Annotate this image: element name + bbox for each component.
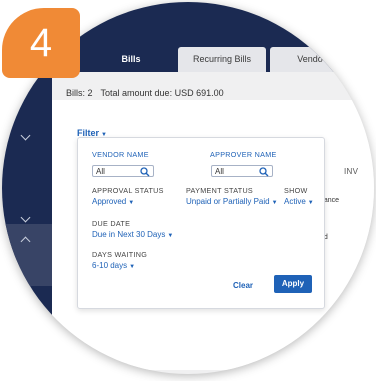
bills-summary: Bills: 2 Total amount due: USD 691.00 <box>66 88 224 98</box>
tab-bills[interactable]: Bills <box>88 47 174 72</box>
payment-status-dropdown[interactable]: Unpaid or Partially Paid ▼ <box>186 197 278 206</box>
show-dropdown[interactable]: Active ▼ <box>284 197 314 206</box>
days-waiting-dropdown[interactable]: 6-10 days ▼ <box>92 261 135 270</box>
apply-button[interactable]: Apply <box>274 275 312 293</box>
filter-panel: VENDOR NAME All APPROVER NAME All APPROV… <box>77 137 325 309</box>
approval-status-dropdown[interactable]: Approved ▼ <box>92 197 134 206</box>
caret-down-icon: ▼ <box>271 200 278 206</box>
search-icon <box>140 167 150 177</box>
days-waiting-label: DAYS WAITING <box>92 250 148 259</box>
sidebar <box>2 72 52 372</box>
clear-button[interactable]: Clear <box>233 281 253 290</box>
caret-down-icon: ▼ <box>167 233 174 239</box>
approver-name-input[interactable]: All <box>211 165 273 177</box>
vendor-name-value: All <box>96 167 105 176</box>
approver-name-value: All <box>215 167 224 176</box>
approval-status-label: APPROVAL STATUS <box>92 186 164 195</box>
tab-recurring-bills[interactable]: Recurring Bills <box>178 47 266 72</box>
vendor-name-input[interactable]: All <box>92 165 154 177</box>
caret-down-icon: ▼ <box>129 264 136 270</box>
total-amount-due: Total amount due: USD 691.00 <box>100 88 224 98</box>
approver-name-label: APPROVER NAME <box>210 150 277 159</box>
sidebar-active-item[interactable] <box>2 224 52 286</box>
days-waiting-value: 6-10 days <box>92 261 128 270</box>
show-label: SHOW <box>284 186 308 195</box>
payment-status-value: Unpaid or Partially Paid <box>186 197 270 206</box>
chevron-up-icon[interactable] <box>20 236 31 247</box>
search-icon <box>259 167 269 177</box>
due-date-dropdown[interactable]: Due in Next 30 Days ▼ <box>92 230 173 239</box>
due-date-label: DUE DATE <box>92 219 131 228</box>
show-value: Active <box>284 197 306 206</box>
vendor-name-label: VENDOR NAME <box>92 150 149 159</box>
chevron-down-icon[interactable] <box>20 130 31 141</box>
approval-status-value: Approved <box>92 197 127 206</box>
due-date-value: Due in Next 30 Days <box>92 230 166 239</box>
payment-status-label: PAYMENT STATUS <box>186 186 254 195</box>
tab-vendors[interactable]: Vendo <box>270 47 350 72</box>
caret-down-icon: ▼ <box>128 200 135 206</box>
caret-down-icon: ▼ <box>307 200 314 206</box>
bills-count: Bills: 2 <box>66 88 93 98</box>
table-column-header: INV <box>344 167 359 176</box>
chevron-down-icon[interactable] <box>20 212 31 223</box>
